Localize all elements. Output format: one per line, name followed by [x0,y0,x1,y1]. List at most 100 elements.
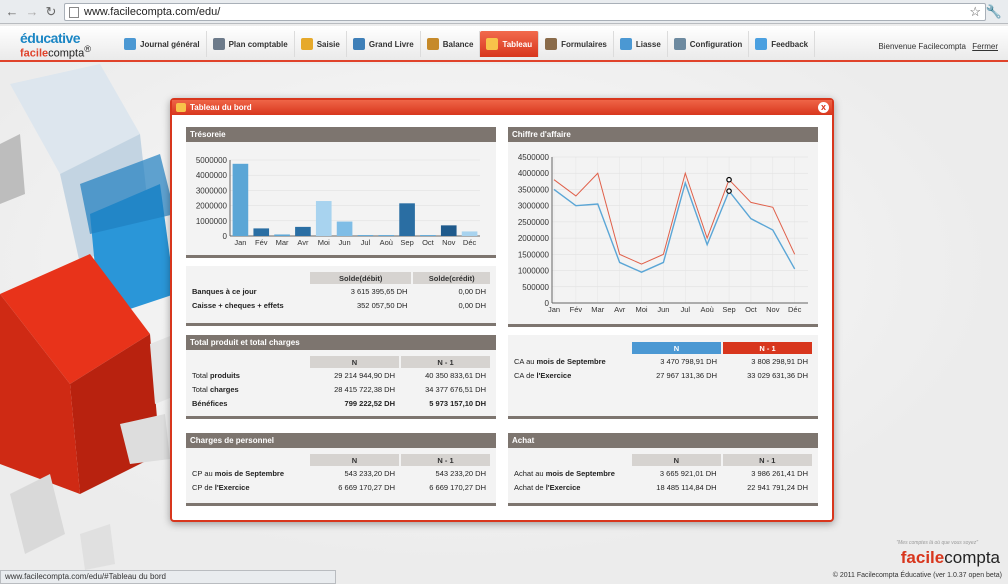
menu-item-label: Tableau [502,39,533,49]
menu-item-label: Formulaires [561,39,607,49]
table-row: Caisse + cheques + effets 352 057,50 DH 0,… [192,298,490,312]
forward-icon[interactable]: → [24,4,40,20]
total-panel: Total produit et total charges NN - 1 Tot… [186,335,496,419]
bookmark-star-icon[interactable]: ☆ [969,4,981,20]
reload-icon[interactable]: ↻ [43,4,59,20]
browser-toolbar: ← → ↻ www.facilecompta.com/edu/ ☆ 🔧 [0,0,1008,24]
row-label-main: produits [209,370,240,380]
table-corner [192,356,308,368]
y-tick-label: 4000000 [518,169,550,178]
y-tick-label: 1500000 [518,250,550,259]
plan-icon [212,38,225,50]
table-row: Bénéfices 799 222,52 DH 5 973 157,10 DH [192,396,490,410]
menu-item-1[interactable]: Plan comptable [207,31,295,57]
y-tick-label: 4000000 [196,171,228,180]
bar [315,201,332,236]
x-tick-label: Jan [234,238,246,247]
y-tick-label: 1000000 [518,267,550,276]
table-row: CP de l'Exercice 6 669 170,27 DH 6 669 170… [192,480,490,494]
cell-value: 0,00 DH [458,300,486,310]
cell-value: 29 214 944,90 DH [334,370,395,380]
bar [420,235,436,236]
logout-link[interactable]: Fermer [972,42,998,51]
cell-value: 3 665 921,01 DH [659,468,717,478]
cell-value: 27 967 131,36 DH [656,370,717,380]
menu-item-6[interactable]: Formulaires [539,31,614,57]
y-tick-label: 3000000 [196,186,228,195]
cell-value: 34 377 676,51 DH [425,384,486,394]
cell-value: 5 973 157,10 DH [429,398,486,408]
highlight-point[interactable] [726,188,732,194]
bar [399,203,415,236]
menu-item-7[interactable]: Liasse [614,31,668,57]
menu-item-4[interactable]: Balance [421,31,481,57]
app-logo[interactable]: éducative facilecompta® [20,31,91,60]
achat-title: Achat [508,433,818,448]
highlight-point[interactable] [726,176,732,183]
row-label: Caisse + cheques + effets [192,300,284,310]
menu-item-label: Saisie [316,39,340,49]
bar [253,228,270,236]
y-tick-label: 1000000 [196,217,228,226]
menu-item-0[interactable]: Journal général [118,31,207,57]
personnel-panel: Charges de personnel NN - 1 CP au mois de… [186,433,496,506]
page-icon [69,7,79,18]
back-icon[interactable]: ← [4,4,20,20]
cell-value: 33 029 631,36 DH [747,370,808,380]
footer-tagline: "Mes comptes là où que vous soyez" [896,540,978,546]
logo-facile: facile [20,47,49,60]
bar [274,234,290,236]
x-tick-label: Sep [400,238,413,247]
chiffre-title: Chiffre d'affaire [508,127,818,142]
column-header: N - 1 [723,342,812,354]
menu-item-5[interactable]: Tableau [480,31,540,57]
cell-value: 18 485 114,84 DH [656,482,717,492]
liasse-icon [619,38,632,50]
dashboard-modal: Tableau du bord x Trésoreie 0 1000000 2000… [170,98,834,522]
main-menu: Journal général Plan comptable Saisie Grand… [118,31,816,57]
row-label: Banques à ce jour [192,286,257,296]
cell-value: 3 615 395,65 DH [350,286,408,296]
x-tick-label: Moi [318,238,330,247]
bar [461,231,478,236]
series-line [553,180,796,273]
row-label-main: charges [209,384,239,394]
cell-value: 3 808 298,91 DH [751,356,808,366]
table-row: Banques à ce jour 3 615 395,65 DH 0,00 DH [192,284,490,298]
column-header: N - 1 [401,454,490,466]
tresorerie-bar-chart: 0 1000000 2000000 3000000 4000000 5000000 Jan F… [196,156,480,247]
table-corner [192,272,308,284]
close-icon[interactable]: x [818,102,829,113]
table-row: CA au mois de Septembre 3 470 798,91 DH 3 … [514,354,812,368]
row-label-prefix: CP de [192,482,215,492]
logo-compta: compta [48,47,85,60]
cell-value: 40 350 833,61 DH [425,370,486,380]
column-header: N [632,454,721,466]
x-tick-label: Déc [463,238,477,247]
row-label-prefix: Total [192,384,210,394]
pencil-icon [300,38,313,50]
column-header: N - 1 [401,356,490,368]
cell-value: 6 669 170,27 DH [338,482,395,492]
x-tick-label: Déc [788,305,802,314]
menu-item-8[interactable]: Configuration [668,31,750,57]
menu-item-label: Journal général [140,39,200,49]
modal-titlebar[interactable]: Tableau du bord x [172,100,832,115]
address-bar[interactable]: www.facilecompta.com/edu/ ☆ [64,3,986,21]
journal-icon [124,38,136,50]
column-header: N [310,454,399,466]
menu-item-2[interactable]: Saisie [295,31,347,57]
menu-item-9[interactable]: Feedback [749,31,816,57]
book-icon [352,38,365,50]
menu-item-3[interactable]: Grand Livre [347,31,421,57]
x-tick-label: Oct [745,305,758,314]
address-url[interactable]: www.facilecompta.com/edu/ [84,6,220,18]
y-tick-label: 0 [223,232,228,241]
x-tick-label: Nov [766,305,780,314]
y-tick-label: 4500000 [518,153,550,162]
bar [357,235,374,236]
bar [295,226,311,236]
row-label: Bénéfices [192,396,308,410]
wrench-icon[interactable]: 🔧 [986,4,1002,20]
row-label: CA de l'Exercice [514,368,630,382]
